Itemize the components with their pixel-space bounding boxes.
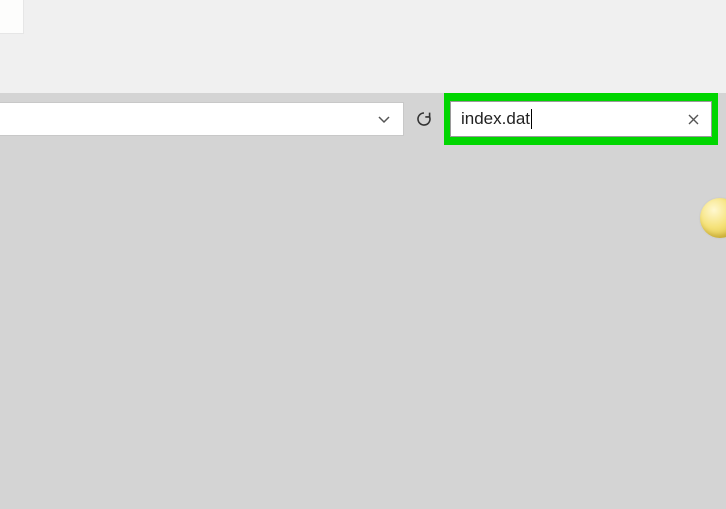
address-bar[interactable] <box>0 102 404 136</box>
ribbon-area <box>0 0 726 93</box>
search-input-text: index.dat <box>461 102 679 136</box>
address-bar-container <box>0 93 444 145</box>
refresh-button[interactable] <box>408 102 440 136</box>
search-value: index.dat <box>461 109 530 129</box>
window-control-stub <box>0 0 24 34</box>
refresh-icon <box>415 110 433 128</box>
close-icon <box>687 113 700 126</box>
search-highlight-frame: index.dat <box>444 93 718 145</box>
chevron-down-icon <box>377 112 391 126</box>
content-area <box>0 145 726 509</box>
clear-search-button[interactable] <box>679 105 707 133</box>
address-history-dropdown[interactable] <box>369 104 399 134</box>
text-caret <box>531 109 532 129</box>
search-input[interactable]: index.dat <box>450 101 712 137</box>
navigation-toolbar: index.dat <box>0 93 726 145</box>
